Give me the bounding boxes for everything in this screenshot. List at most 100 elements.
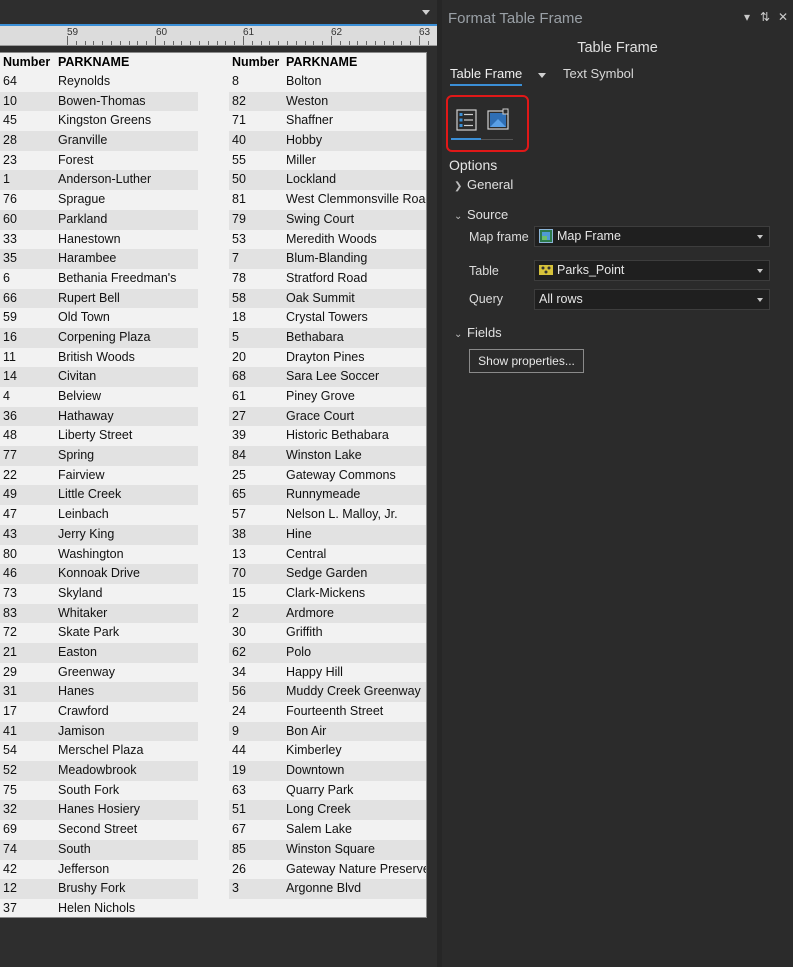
ruler-tick [313,41,315,45]
cell-number: 74 [3,841,17,856]
cell-parkname: Konnoak Drive [58,566,140,581]
cell-parkname: Hanestown [58,231,121,246]
point-layer-icon [539,265,553,275]
table-row: 49 Little Creek [0,485,198,506]
cell-number: 11 [3,349,16,364]
cell-parkname: Happy Hill [286,664,343,679]
options-list-icon[interactable] [456,109,477,131]
display-frame-icon[interactable] [486,108,510,132]
section-general[interactable]: ❯ General [454,177,513,192]
tab-dropdown-icon[interactable] [538,73,546,78]
tab-active-indicator [450,84,522,86]
cell-number: 19 [232,763,246,778]
section-fields[interactable]: ⌄ Fields [454,325,502,340]
query-label: Query [469,292,504,306]
cell-number: 64 [3,74,17,88]
subtab-track [481,139,513,140]
table-frame[interactable]: Number PARKNAME 64 Reynolds 10 Bowen-Thomas… [0,52,427,918]
ruler-tick [251,41,253,45]
cell-parkname: Swing Court [286,211,355,226]
chevron-down-icon: ⌄ [454,211,463,222]
show-properties-button[interactable]: Show properties... [469,349,584,373]
ruler-tick [357,41,359,45]
cell-parkname: Jerry King [58,526,115,541]
table-row: 36 Hathaway [0,406,198,427]
cell-number: 48 [3,428,17,443]
cell-number: 60 [3,211,17,226]
close-icon[interactable]: ✕ [778,11,788,23]
ruler-tick [287,41,288,45]
table-label: Table [469,264,499,278]
table-value: Parks_Point [557,263,625,277]
ruler-label: 63 [419,27,431,38]
cell-parkname: Long Creek [286,802,351,817]
cell-number: 40 [232,133,246,148]
ruler-tick [119,41,121,45]
table-select[interactable]: Parks_Point [534,260,770,281]
table-row: 35 Harambee [0,249,198,269]
table-header: Number PARKNAME [0,53,198,72]
ruler-tick [269,41,271,45]
ruler-tick [102,41,104,45]
ruler-tick [304,41,306,45]
pane-title: Format Table Frame [448,10,583,27]
cell-parkname: Little Creek [58,487,122,502]
ruler-tick [295,41,297,45]
dropdown-arrow-icon[interactable] [422,10,430,15]
pane-menu-icon[interactable]: ▾ [744,11,750,23]
tab-text-symbol[interactable]: Text Symbol [563,66,634,81]
cell-parkname: Nelson L. Malloy, Jr. [286,507,398,522]
cell-number: 51 [232,802,246,817]
header-parkname: PARKNAME [286,55,358,69]
ruler-tick [260,41,262,45]
cell-number: 78 [232,270,246,285]
pin-icon[interactable]: ⇅ [760,11,770,23]
cell-parkname: Easton [58,644,97,659]
table-row: 40 Hobby [229,131,426,151]
cell-parkname: Helen Nichols [58,900,136,915]
cell-parkname: Miller [286,152,316,167]
cell-parkname: Salem Lake [286,822,353,837]
cell-parkname: Crawford [58,704,109,718]
cell-number: 9 [232,723,239,738]
cell-parkname: Kimberley [286,743,342,758]
table-row: 21 Easton [0,642,198,663]
table-row: 30 Griffith [229,623,426,643]
cell-number: 72 [3,625,17,640]
cell-parkname: Kingston Greens [58,113,152,128]
cell-parkname: Jefferson [58,861,110,876]
cell-number: 55 [232,152,246,167]
ruler-tick [93,41,95,45]
ruler-tick [366,41,368,45]
ruler-tick [225,41,227,45]
table-row: 53 Meredith Woods [229,230,426,250]
table-row: 5 Bethabara [229,327,426,348]
cell-number: 20 [232,349,246,364]
table-row: 9 Bon Air [229,721,426,742]
cell-number: 49 [3,487,17,502]
cell-parkname: Harambee [58,251,117,266]
cell-parkname: Fourteenth Street [286,704,384,718]
cell-number: 66 [3,290,17,305]
table-row: 14 Civitan [0,367,198,387]
chevron-right-icon: ❯ [454,181,463,192]
cell-parkname: Corpening Plaza [58,329,151,344]
cell-number: 65 [232,487,246,502]
table-row: 29 Greenway [0,663,198,683]
ruler-tick [207,41,209,45]
cell-parkname: Hine [286,526,312,541]
query-select[interactable]: All rows [534,289,770,310]
cell-parkname: Drayton Pines [286,349,365,364]
cell-parkname: Shaffner [286,113,334,128]
table-row: 10 Bowen-Thomas [0,91,198,112]
map-frame-select[interactable]: Map Frame [534,226,770,247]
cell-number: 50 [232,172,246,187]
chevron-down-icon: ⌄ [454,329,463,340]
cell-parkname: Weston [286,93,329,108]
tab-table-frame[interactable]: Table Frame [450,66,522,81]
table-row: 54 Merschel Plaza [0,741,198,761]
chevron-down-icon [757,269,763,273]
section-source[interactable]: ⌄ Source [454,207,508,222]
table-row: 58 Oak Summit [229,288,426,309]
cell-number: 61 [232,389,246,403]
